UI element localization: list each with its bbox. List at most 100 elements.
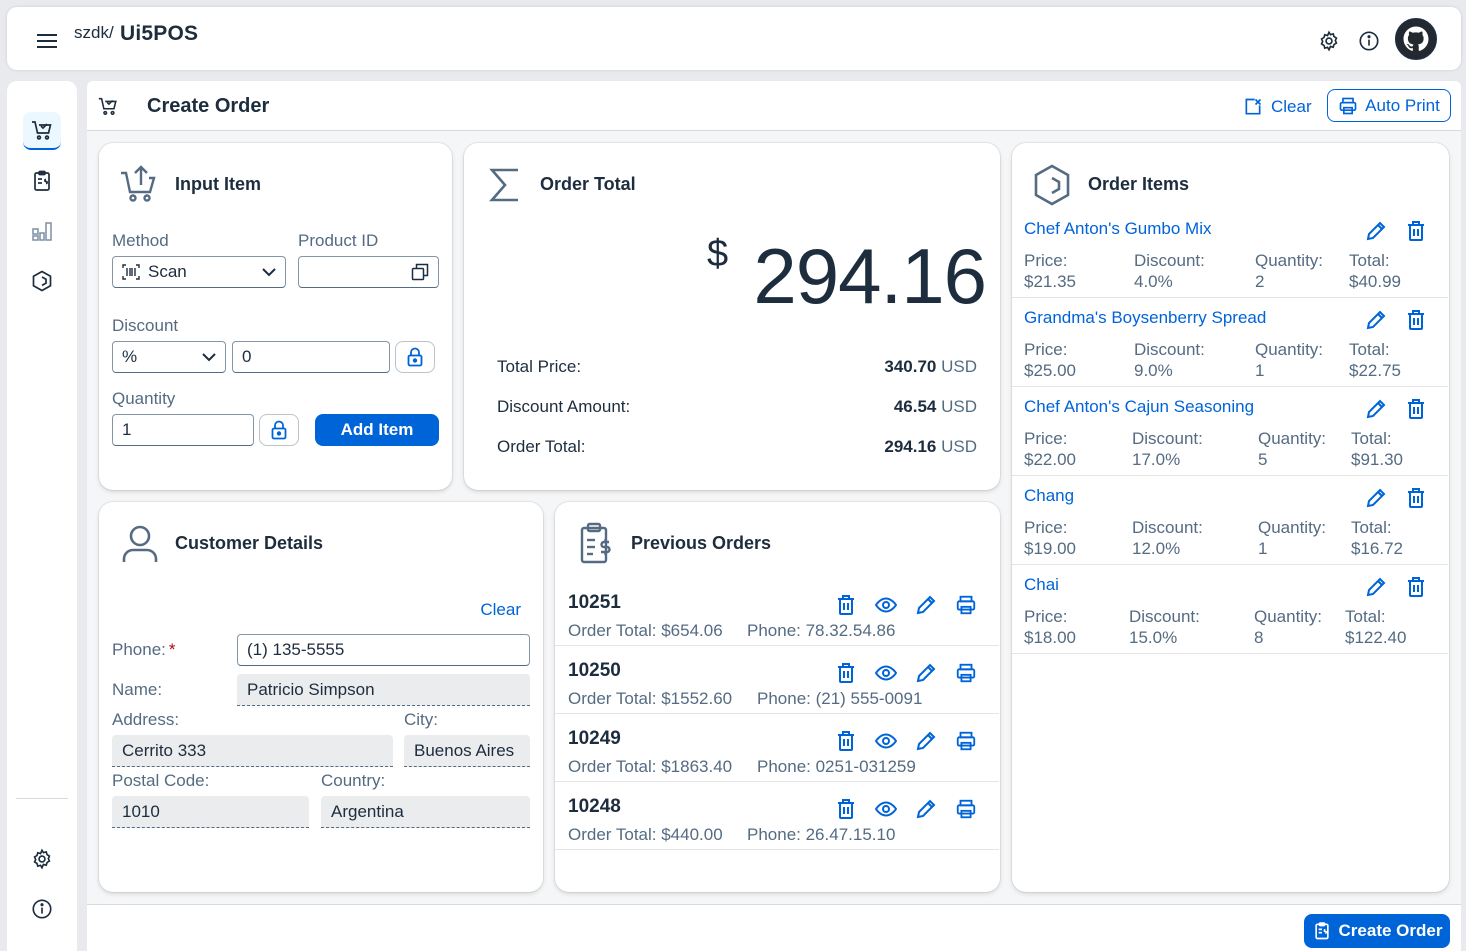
menu-icon[interactable] bbox=[33, 27, 61, 55]
order-item-name[interactable]: Chef Anton's Cajun Seasoning bbox=[1024, 397, 1254, 417]
delete-icon[interactable] bbox=[1404, 308, 1428, 332]
delete-icon[interactable] bbox=[834, 797, 858, 821]
order-item-total: Total: $122.40 bbox=[1345, 606, 1406, 648]
discount-type-select[interactable]: % bbox=[112, 341, 226, 373]
edit-icon[interactable] bbox=[914, 797, 938, 821]
quantity-input[interactable]: 1 bbox=[112, 414, 254, 446]
previous-order-row: 10251 Order Total: $654.06 Phone: 78.32.54… bbox=[555, 578, 999, 646]
order-item-price: Price: $19.00 bbox=[1024, 517, 1076, 559]
edit-icon[interactable] bbox=[1364, 397, 1388, 421]
copy-icon[interactable] bbox=[411, 263, 429, 281]
delete-icon[interactable] bbox=[1404, 575, 1428, 599]
page-header: Create Order Clear Auto Print bbox=[87, 81, 1461, 131]
view-icon[interactable] bbox=[874, 661, 898, 685]
delete-icon[interactable] bbox=[1404, 486, 1428, 510]
order-id[interactable]: 10249 bbox=[568, 728, 621, 750]
customer-details-card: Customer Details Clear Phone: * (1) 135-5… bbox=[99, 502, 543, 892]
product-icon bbox=[30, 269, 54, 293]
auto-print-button[interactable]: Auto Print bbox=[1327, 89, 1451, 122]
country-label: Country: bbox=[321, 771, 386, 790]
order-total-text: Order Total: $654.06 bbox=[568, 621, 723, 640]
print-icon[interactable] bbox=[954, 729, 978, 753]
city-value: Buenos Aires bbox=[414, 740, 515, 760]
order-item-discount-value: 4.0% bbox=[1134, 272, 1173, 291]
nav-orders[interactable] bbox=[23, 162, 61, 200]
edit-icon[interactable] bbox=[914, 661, 938, 685]
order-total-text: Order Total: $1863.40 bbox=[568, 757, 733, 776]
name-value: Patricio Simpson bbox=[247, 679, 375, 699]
method-select[interactable]: Scan bbox=[112, 256, 286, 288]
order-item-name[interactable]: Chang bbox=[1024, 486, 1074, 506]
order-item-name[interactable]: Chai bbox=[1024, 575, 1059, 595]
city-field: Buenos Aires bbox=[404, 735, 530, 767]
order-item-discount: Discount: 12.0% bbox=[1132, 517, 1203, 559]
chevron-down-icon bbox=[202, 352, 216, 362]
order-item-quantity: Quantity: 8 bbox=[1254, 606, 1322, 648]
phone-input[interactable]: (1) 135-5555 bbox=[237, 634, 530, 666]
edit-icon[interactable] bbox=[1364, 308, 1388, 332]
info-icon[interactable] bbox=[1356, 28, 1382, 54]
nav-create-order[interactable] bbox=[23, 112, 61, 150]
order-phone-text: Phone: 78.32.54.86 bbox=[747, 621, 896, 640]
quantity-label: Quantity bbox=[112, 389, 176, 408]
view-icon[interactable] bbox=[874, 797, 898, 821]
print-icon[interactable] bbox=[954, 661, 978, 685]
delete-icon[interactable] bbox=[834, 593, 858, 617]
order-item-discount-value: 12.0% bbox=[1132, 539, 1181, 558]
delete-icon[interactable] bbox=[1404, 397, 1428, 421]
shell-bar: szdk/ Ui5POS bbox=[7, 7, 1461, 70]
discount-value-input[interactable]: 0 bbox=[232, 341, 390, 373]
edit-icon[interactable] bbox=[1364, 486, 1388, 510]
order-total-text: Order Total: $440.00 bbox=[568, 825, 723, 844]
postal-code-field: 1010 bbox=[112, 796, 309, 828]
order-total-label: Order Total: bbox=[497, 437, 586, 456]
total-price-label: Total Price: bbox=[497, 357, 582, 376]
nav-dashboard[interactable] bbox=[23, 212, 61, 250]
create-order-label: Create Order bbox=[1338, 921, 1443, 940]
order-total-unit: USD bbox=[941, 437, 977, 456]
settings-icon[interactable] bbox=[1316, 28, 1342, 54]
create-order-button[interactable]: Create Order bbox=[1304, 914, 1450, 948]
quantity-lock-button[interactable] bbox=[259, 414, 299, 446]
order-id[interactable]: 10251 bbox=[568, 592, 621, 614]
delete-icon[interactable] bbox=[834, 661, 858, 685]
order-item-name[interactable]: Grandma's Boysenberry Spread bbox=[1024, 308, 1266, 328]
view-icon[interactable] bbox=[874, 593, 898, 617]
view-icon[interactable] bbox=[874, 729, 898, 753]
edit-icon[interactable] bbox=[1364, 575, 1388, 599]
print-icon[interactable] bbox=[954, 797, 978, 821]
discount-lock-button[interactable] bbox=[395, 341, 435, 373]
edit-icon[interactable] bbox=[914, 729, 938, 753]
add-item-button[interactable]: Add Item bbox=[315, 414, 439, 446]
order-item-quantity-value: 8 bbox=[1254, 628, 1264, 647]
order-item-discount-value: 15.0% bbox=[1129, 628, 1178, 647]
order-id[interactable]: 10248 bbox=[568, 796, 621, 818]
edit-icon[interactable] bbox=[914, 593, 938, 617]
order-item-discount: Discount: 17.0% bbox=[1132, 428, 1203, 470]
delete-icon[interactable] bbox=[1404, 219, 1428, 243]
clear-order-button[interactable]: Clear bbox=[1237, 91, 1318, 123]
product-id-input[interactable] bbox=[298, 256, 439, 288]
delete-icon[interactable] bbox=[834, 729, 858, 753]
page-footer: Create Order bbox=[87, 904, 1461, 951]
clear-customer-link[interactable]: Clear bbox=[480, 600, 521, 620]
nav-settings[interactable] bbox=[23, 840, 61, 878]
order-item-row: Grandma's Boysenberry Spread Price: $25.00… bbox=[1012, 298, 1448, 387]
discount-type-value: % bbox=[122, 347, 138, 366]
edit-icon[interactable] bbox=[1364, 219, 1388, 243]
settings-icon bbox=[31, 848, 53, 870]
input-item-title: Input Item bbox=[175, 174, 261, 194]
barcode-icon bbox=[122, 264, 140, 280]
nav-products[interactable] bbox=[23, 262, 61, 300]
nav-about[interactable] bbox=[23, 890, 61, 928]
order-item-quantity-label: Quantity: bbox=[1255, 340, 1324, 359]
order-item-name[interactable]: Chef Anton's Gumbo Mix bbox=[1024, 219, 1212, 239]
brand-name[interactable]: Ui5POS bbox=[120, 22, 198, 46]
input-item-card: Input Item Method Scan Product ID Discou… bbox=[99, 143, 452, 490]
product-id-label: Product ID bbox=[298, 231, 379, 250]
order-total-title: Order Total bbox=[540, 174, 636, 194]
github-avatar-icon[interactable] bbox=[1395, 18, 1437, 60]
print-icon[interactable] bbox=[954, 593, 978, 617]
order-id[interactable]: 10250 bbox=[568, 660, 621, 682]
order-total-value: 294.16 bbox=[884, 437, 937, 456]
